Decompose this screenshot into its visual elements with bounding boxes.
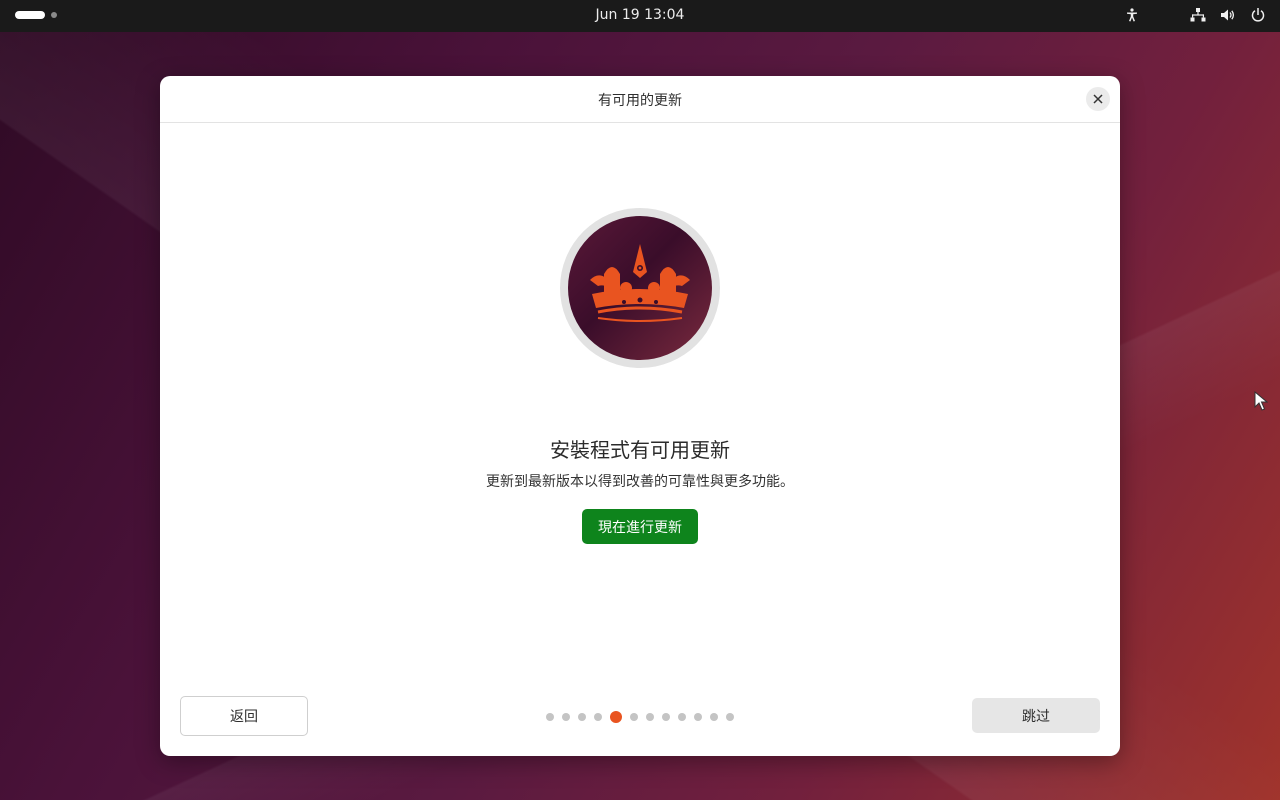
crown-icon — [590, 244, 690, 322]
page-dot — [594, 713, 602, 721]
page-dot — [662, 713, 670, 721]
page-dot — [646, 713, 654, 721]
dialog-header: 有可用的更新 — [160, 76, 1120, 123]
page-dot — [726, 713, 734, 721]
page-dot — [578, 713, 586, 721]
page-dot-active — [610, 711, 622, 723]
clock[interactable]: Jun 19 13:04 — [0, 7, 1280, 23]
close-button[interactable] — [1086, 87, 1110, 111]
top-bar: Jun 19 13:04 — [0, 0, 1280, 32]
network-icon[interactable] — [1190, 7, 1206, 23]
page-dot — [562, 713, 570, 721]
page-dot — [678, 713, 686, 721]
mouse-cursor-icon — [1254, 391, 1268, 411]
desktop-background: Jun 19 13:04 有可用的更新 安裝程式有可用更新 更新到最新版本以得到… — [0, 0, 1280, 800]
update-description: 更新到最新版本以得到改善的可靠性與更多功能。 — [486, 474, 794, 490]
page-dot — [694, 713, 702, 721]
update-now-button[interactable]: 現在進行更新 — [582, 509, 698, 544]
volume-icon[interactable] — [1220, 7, 1236, 23]
installer-logo — [560, 208, 720, 368]
update-heading: 安裝程式有可用更新 — [550, 438, 730, 462]
page-dot — [710, 713, 718, 721]
page-dot — [546, 713, 554, 721]
page-dot — [630, 713, 638, 721]
dialog-title: 有可用的更新 — [598, 93, 682, 109]
system-tray[interactable] — [1124, 7, 1266, 23]
power-icon[interactable] — [1250, 7, 1266, 23]
installer-dialog: 有可用的更新 安裝程式有可用更新 更新到最新版本以得到改善的可靠性與更多功能。 … — [160, 76, 1120, 756]
page-indicator — [546, 711, 734, 723]
skip-button[interactable]: 跳过 — [972, 698, 1100, 733]
back-button[interactable]: 返回 — [180, 696, 308, 736]
close-icon — [1093, 94, 1103, 104]
accessibility-icon[interactable] — [1124, 7, 1140, 23]
